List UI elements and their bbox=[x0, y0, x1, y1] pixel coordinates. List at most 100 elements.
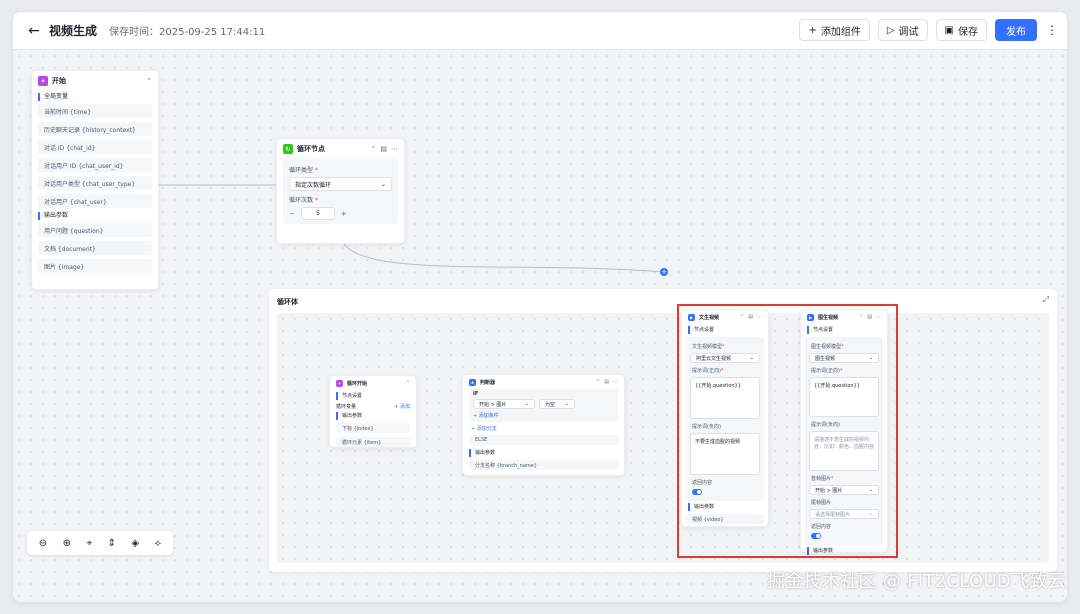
loop-start-output-section: 输出参数 bbox=[336, 412, 410, 420]
debug-label: 调试 bbox=[898, 26, 919, 38]
plus-icon: + bbox=[808, 24, 817, 36]
plus-icon[interactable]: + bbox=[341, 210, 347, 218]
loop-start-icon: ✦ bbox=[336, 379, 343, 387]
copy-icon[interactable]: ▤ bbox=[380, 145, 387, 153]
output-params-section: 输出参数 bbox=[38, 212, 152, 220]
global-var-item: 对话用户类型 {chat_user_type} bbox=[38, 176, 152, 190]
save-button[interactable]: ▣ 保存 bbox=[935, 19, 987, 41]
watermark: 掘金技术社区 @ FIT2CLOUD飞致云 bbox=[766, 571, 1066, 592]
add-branch-button[interactable]: + 添加分支 bbox=[471, 425, 616, 432]
loop-node[interactable]: ↻ 循环节点 ⌃ ▤ ⋯ 循环类型 * 指定次数循环 ⌄ 循环次数 * − 5 + bbox=[276, 138, 405, 244]
loop-count-stepper[interactable]: − 5 + bbox=[289, 207, 392, 220]
workflow-canvas[interactable]: ✦ 开始 ⌃ 全局变量 当前时间 {time} 历史聊天记录 {history_… bbox=[13, 50, 1067, 602]
add-var-button[interactable]: + 添加 bbox=[394, 403, 410, 410]
publish-button[interactable]: 发布 bbox=[995, 19, 1037, 41]
chevron-down-icon: ⌄ bbox=[380, 180, 386, 188]
condition-op-select[interactable]: 为空 ⌄ bbox=[539, 399, 575, 409]
loop-count-value[interactable]: 5 bbox=[300, 207, 335, 220]
collapse-all-icon[interactable]: ⟡ bbox=[155, 538, 162, 549]
loop-type-label: 循环类型 * bbox=[289, 165, 392, 174]
more-icon[interactable]: ⋯ bbox=[391, 145, 398, 153]
add-component-button[interactable]: + 添加组件 bbox=[799, 19, 870, 41]
condition-op-value: 为空 bbox=[545, 401, 556, 408]
loop-settings: 循环类型 * 指定次数循环 ⌄ 循环次数 * − 5 + bbox=[283, 159, 398, 224]
loop-type-value: 指定次数循环 bbox=[295, 181, 332, 189]
required-mark: * bbox=[314, 167, 318, 174]
output-param-item: 文档 {document} bbox=[38, 241, 152, 255]
required-mark: * bbox=[314, 197, 318, 204]
save-time: 保存时间：2025-09-25 17:44:11 bbox=[109, 27, 266, 38]
chevron-down-icon: ⌄ bbox=[564, 401, 569, 407]
loop-start-section: 节点设置 bbox=[336, 392, 410, 400]
node-controls[interactable]: ⌃ ▤ ⋯ bbox=[596, 379, 618, 385]
add-condition-button[interactable]: + 添加条件 bbox=[473, 412, 614, 419]
more-icon[interactable]: ⋯ bbox=[613, 379, 618, 385]
judge-output-item: 分支名称 {branch_name} bbox=[469, 460, 618, 470]
loop-type-label-text: 循环类型 bbox=[289, 167, 314, 174]
app-frame: ← 视频生成 保存时间：2025-09-25 17:44:11 + 添加组件 ▷ 调… bbox=[13, 12, 1067, 602]
loop-node-title: 循环节点 bbox=[297, 145, 325, 153]
loop-start-header: ✦ 循环开始 ⌃ bbox=[330, 376, 416, 390]
judge-icon: ⋔ bbox=[469, 378, 476, 386]
canvas-toolbar: ⊖ ⊕ ⌖ ⇕ ◈ ⟡ bbox=[27, 531, 173, 555]
judge-condition-row: 开始 > 图片 ⌄ 为空 ⌄ bbox=[473, 399, 614, 409]
global-vars-section: 全局变量 bbox=[38, 93, 152, 101]
loop-start-output-item: 下标 {index} bbox=[336, 423, 410, 433]
global-var-item: 对话用户 {chat_user} bbox=[38, 194, 152, 208]
chevron-down-icon: ⌄ bbox=[524, 401, 529, 407]
loop-count-label: 循环次数 * bbox=[289, 195, 392, 204]
fit-view-icon[interactable]: ⌖ bbox=[86, 538, 92, 549]
back-arrow-icon[interactable]: ← bbox=[27, 23, 41, 39]
add-node-plus-icon[interactable]: + bbox=[660, 268, 668, 276]
add-component-label: 添加组件 bbox=[820, 26, 861, 38]
loop-type-select[interactable]: 指定次数循环 ⌄ bbox=[289, 177, 392, 191]
debug-button[interactable]: ▷ 调试 bbox=[877, 19, 928, 41]
copy-icon[interactable]: ▤ bbox=[604, 379, 609, 385]
collapse-icon[interactable]: ⌃ bbox=[146, 77, 152, 85]
global-var-item: 当前时间 {time} bbox=[38, 104, 152, 118]
judge-else-label: ELSE bbox=[469, 435, 618, 445]
toolbar-actions: + 添加组件 ▷ 调试 ▣ 保存 发布 ⋮ bbox=[799, 19, 1059, 41]
judge-header: ⋔ 判断器 ⌃ ▤ ⋯ bbox=[463, 375, 624, 389]
highlight-box bbox=[677, 304, 898, 558]
minus-icon[interactable]: − bbox=[289, 210, 295, 218]
loop-start-title: 循环开始 bbox=[347, 380, 368, 387]
condition-field-select[interactable]: 开始 > 图片 ⌄ bbox=[473, 399, 535, 409]
zoom-out-icon[interactable]: ⊖ bbox=[39, 538, 47, 549]
more-menu-icon[interactable]: ⋮ bbox=[1045, 19, 1059, 41]
page-title: 视频生成 bbox=[49, 24, 98, 38]
node-controls[interactable]: ⌃ ▤ ⋯ bbox=[371, 145, 399, 153]
start-node-title: 开始 bbox=[52, 77, 66, 85]
judge-if-block: IF 开始 > 图片 ⌄ 为空 ⌄ + 添加条件 bbox=[469, 389, 618, 422]
start-icon: ✦ bbox=[38, 76, 48, 86]
play-icon: ▷ bbox=[886, 24, 895, 36]
save-label: 保存 bbox=[958, 26, 978, 38]
save-icon: ▣ bbox=[944, 24, 954, 36]
loop-node-header: ↻ 循环节点 ⌃ ▤ ⋯ bbox=[277, 139, 404, 159]
loop-var-row: 循环变量 + 添加 bbox=[336, 403, 410, 410]
loop-var-label: 循环变量 bbox=[336, 404, 357, 410]
judge-if-label: IF bbox=[473, 391, 479, 397]
loop-start-node[interactable]: ✦ 循环开始 ⌃ 节点设置 循环变量 + 添加 输出参数 下标 {index} … bbox=[329, 375, 417, 448]
global-var-item: 历史聊天记录 {history_context} bbox=[38, 122, 152, 136]
zoom-in-icon[interactable]: ⊕ bbox=[63, 538, 71, 549]
center-icon[interactable]: ◈ bbox=[131, 538, 139, 549]
collapse-icon[interactable]: ⌃ bbox=[371, 145, 377, 153]
judge-title: 判断器 bbox=[480, 379, 496, 386]
start-node[interactable]: ✦ 开始 ⌃ 全局变量 当前时间 {time} 历史聊天记录 {history_… bbox=[31, 70, 159, 290]
start-node-header: ✦ 开始 ⌃ bbox=[32, 71, 158, 91]
global-var-item: 对话用户 ID {chat_user_id} bbox=[38, 158, 152, 172]
loop-icon: ↻ bbox=[283, 144, 293, 154]
auto-layout-icon[interactable]: ⇕ bbox=[108, 538, 116, 549]
output-param-item: 用户问题 {question} bbox=[38, 223, 152, 237]
collapse-icon[interactable]: ⌃ bbox=[406, 380, 410, 386]
judge-output-section: 输出参数 bbox=[469, 449, 618, 457]
output-param-item: 图片 {image} bbox=[38, 259, 152, 273]
top-bar: ← 视频生成 保存时间：2025-09-25 17:44:11 + 添加组件 ▷ 调… bbox=[13, 12, 1067, 50]
global-var-item: 对话 ID {chat_id} bbox=[38, 140, 152, 154]
condition-field-value: 开始 > 图片 bbox=[479, 401, 507, 408]
expand-icon[interactable]: ⤢ bbox=[1043, 295, 1049, 305]
loop-count-label-text: 循环次数 bbox=[289, 197, 314, 204]
judge-node[interactable]: ⋔ 判断器 ⌃ ▤ ⋯ IF 开始 > 图片 ⌄ 为空 ⌄ + 添加条件 + 添加分支 … bbox=[462, 374, 625, 476]
collapse-icon[interactable]: ⌃ bbox=[596, 379, 600, 385]
